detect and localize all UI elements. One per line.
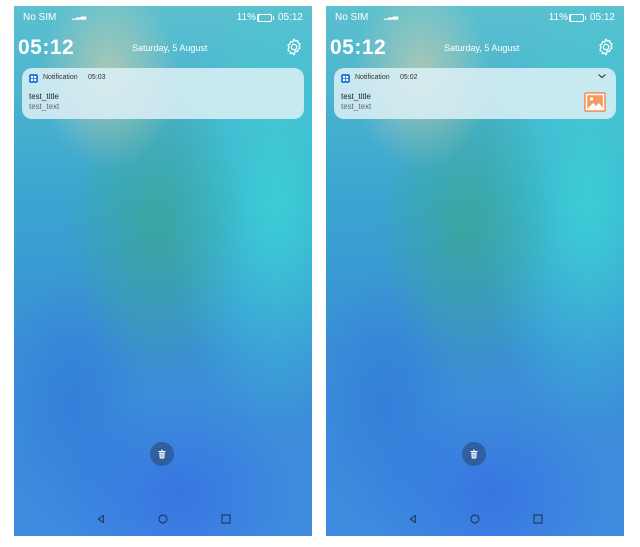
notification-app-name: Notification [355, 74, 390, 81]
settings-gear-icon[interactable] [596, 37, 616, 57]
navigation-bar [14, 512, 312, 530]
notification-title: test_title [29, 92, 59, 101]
status-clock: 05:12 [589, 12, 615, 23]
status-bar: No SIM ▁▂▃ 11% 05:12 [335, 12, 615, 26]
status-clock: 05:12 [277, 12, 303, 23]
back-icon[interactable] [94, 512, 108, 526]
trash-icon [158, 449, 166, 459]
battery-icon [257, 14, 274, 22]
battery-percent: 11% [236, 12, 256, 23]
lock-date: Saturday, 5 August [444, 43, 520, 53]
navigation-bar [326, 512, 624, 530]
recents-icon[interactable] [531, 512, 545, 526]
notification-card[interactable]: Notification 05:02 test_title test_text [334, 68, 616, 119]
notification-time: 05:03 [88, 74, 106, 81]
home-icon[interactable] [156, 512, 170, 526]
app-icon [341, 74, 350, 83]
notification-title: test_title [341, 92, 371, 101]
lock-time: 05:12 [330, 36, 387, 59]
lock-time: 05:12 [18, 36, 75, 59]
notification-text: test_text [29, 102, 60, 111]
signal-icon: ▁▂▃ [72, 13, 86, 20]
carrier-label: No SIM [23, 12, 57, 23]
clear-notifications-button[interactable] [150, 442, 174, 466]
clear-notifications-button[interactable] [462, 442, 486, 466]
signal-icon: ▁▂▃ [384, 13, 398, 20]
settings-gear-icon[interactable] [284, 37, 304, 57]
notification-app-name: Notification [43, 74, 78, 81]
lock-date: Saturday, 5 August [132, 43, 208, 53]
back-icon[interactable] [406, 512, 420, 526]
battery-icon [569, 14, 586, 22]
recents-icon[interactable] [219, 512, 233, 526]
image-thumbnail-icon [584, 92, 606, 112]
trash-icon [470, 449, 478, 459]
notification-text: test_text [341, 102, 372, 111]
lockscreen-left: No SIM ▁▂▃ 11% 05:12 05:12 Saturday, 5 A… [14, 6, 312, 536]
app-icon [29, 74, 38, 83]
notification-time: 05:02 [400, 74, 418, 81]
battery-percent: 11% [548, 12, 568, 23]
status-bar: No SIM ▁▂▃ 11% 05:12 [23, 12, 303, 26]
notification-card[interactable]: Notification 05:03 test_title test_text [22, 68, 304, 119]
carrier-label: No SIM [335, 12, 369, 23]
chevron-down-icon[interactable] [597, 72, 607, 80]
lockscreen-right: No SIM ▁▂▃ 11% 05:12 05:12 Saturday, 5 A… [326, 6, 624, 536]
home-icon[interactable] [468, 512, 482, 526]
